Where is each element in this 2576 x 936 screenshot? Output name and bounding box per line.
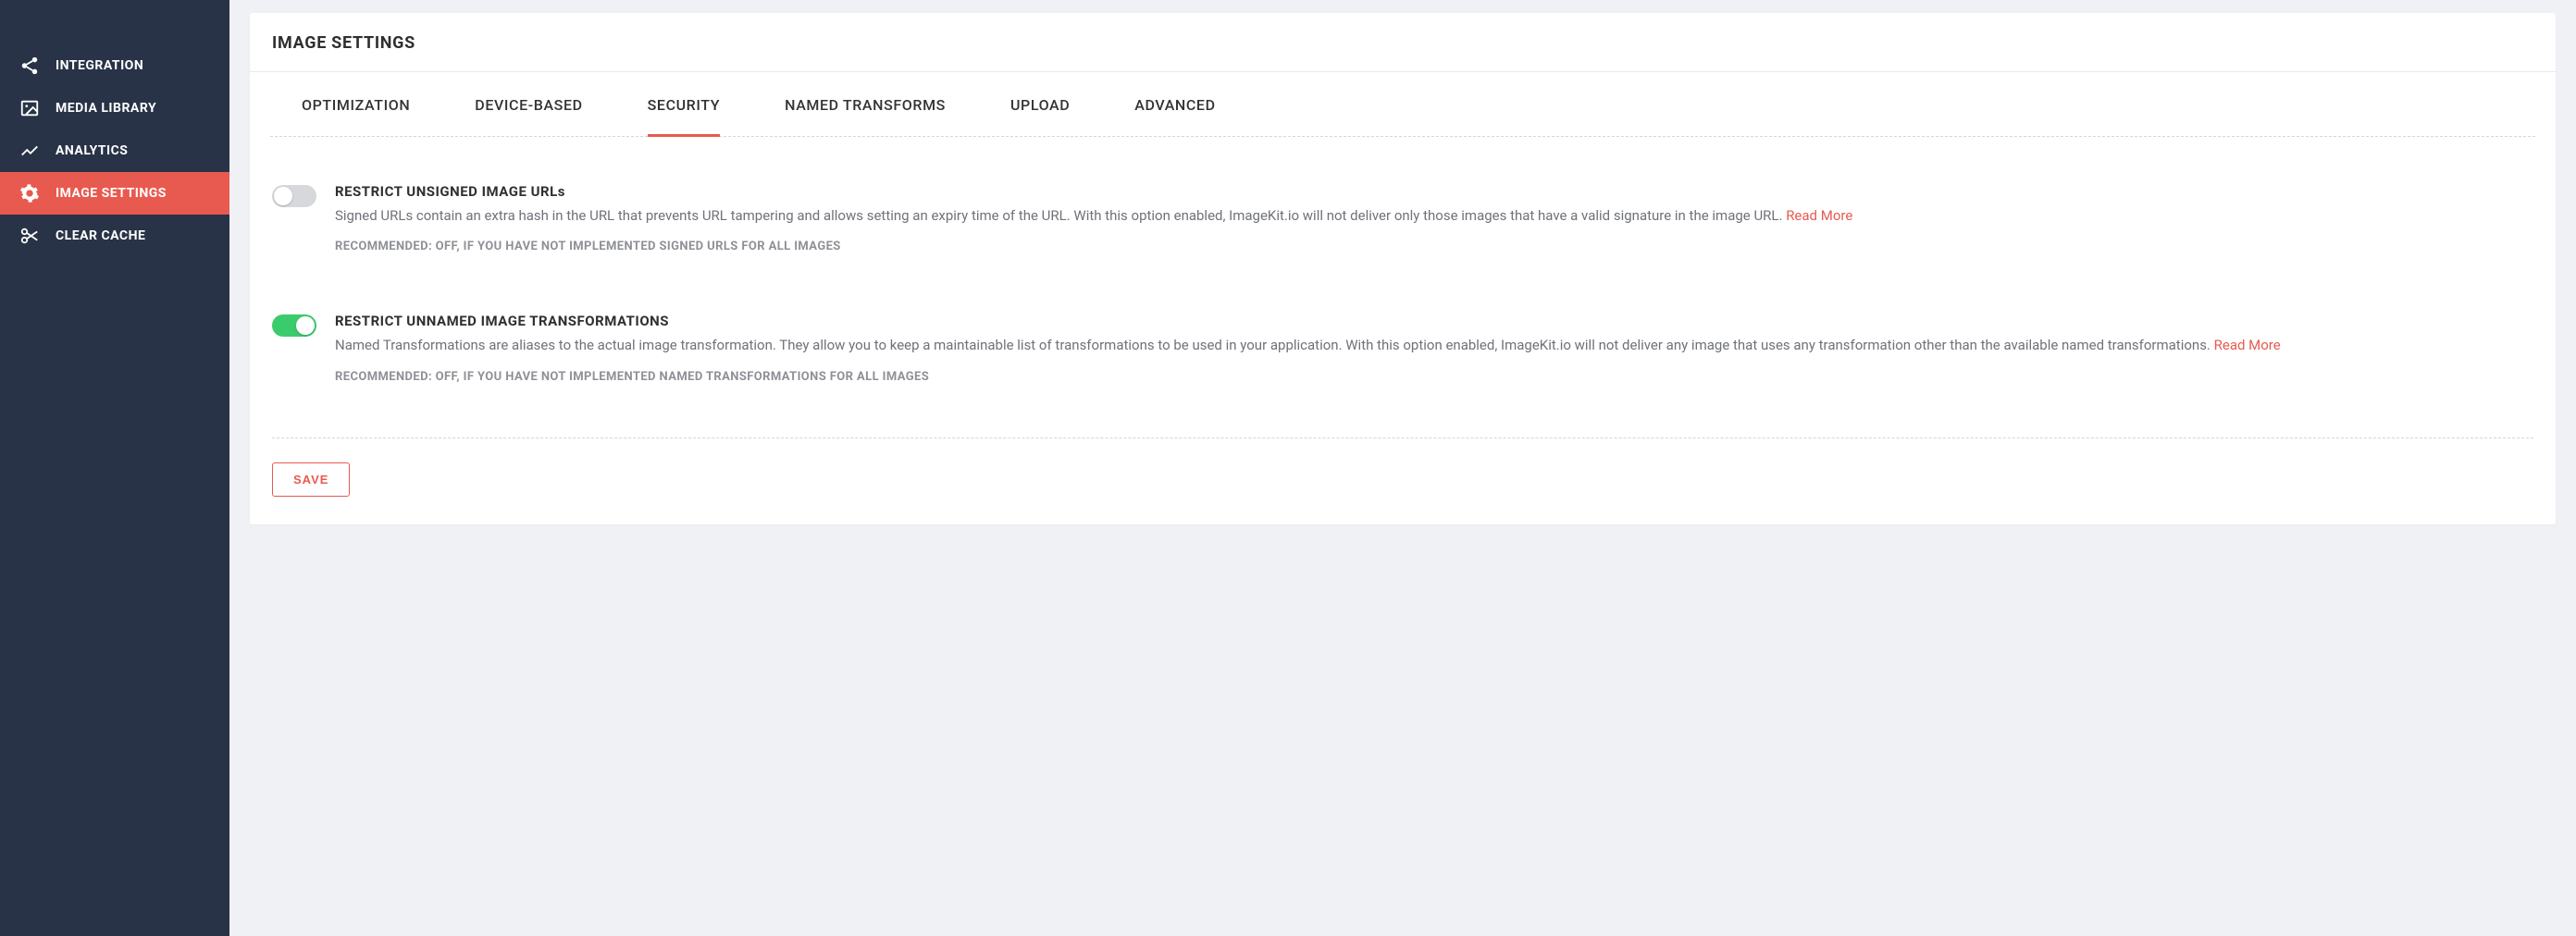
chart-icon — [19, 140, 41, 162]
settings-panel: IMAGE SETTINGS OPTIMIZATION DEVICE-BASED… — [250, 13, 2556, 524]
scissors-icon — [19, 225, 41, 247]
tab-named-transforms[interactable]: NAMED TRANSFORMS — [785, 72, 946, 137]
setting-description: Named Transformations are aliases to the… — [335, 335, 2533, 356]
sidebar-item-label: ANALYTICS — [56, 143, 128, 158]
setting-description: Signed URLs contain an extra hash in the… — [335, 205, 2533, 227]
setting-recommended: RECOMMENDED: OFF, IF YOU HAVE NOT IMPLEM… — [335, 370, 2533, 384]
save-row: SAVE — [272, 437, 2533, 524]
sidebar-item-media-library[interactable]: MEDIA LIBRARY — [0, 87, 229, 129]
sidebar-item-image-settings[interactable]: IMAGE SETTINGS — [0, 172, 229, 215]
tab-upload[interactable]: UPLOAD — [1010, 72, 1070, 137]
toggle-restrict-unsigned-urls[interactable] — [272, 185, 316, 207]
setting-content: RESTRICT UNNAMED IMAGE TRANSFORMATIONS N… — [335, 313, 2533, 383]
sidebar: INTEGRATION MEDIA LIBRARY ANALYTICS IMAG… — [0, 0, 229, 936]
sidebar-item-label: MEDIA LIBRARY — [56, 101, 156, 116]
panel-title: IMAGE SETTINGS — [272, 33, 2533, 53]
setting-recommended: RECOMMENDED: OFF, IF YOU HAVE NOT IMPLEM… — [335, 240, 2533, 253]
read-more-link[interactable]: Read More — [2214, 337, 2281, 353]
sidebar-item-label: IMAGE SETTINGS — [56, 186, 167, 201]
tab-optimization[interactable]: OPTIMIZATION — [302, 72, 410, 137]
sidebar-item-clear-cache[interactable]: CLEAR CACHE — [0, 215, 229, 257]
toggle-restrict-unnamed-transformations[interactable] — [272, 314, 316, 337]
setting-restrict-unnamed-transformations: RESTRICT UNNAMED IMAGE TRANSFORMATIONS N… — [272, 298, 2533, 427]
gear-icon — [19, 182, 41, 204]
settings-list: RESTRICT UNSIGNED IMAGE URLs Signed URLs… — [250, 137, 2556, 437]
panel-header: IMAGE SETTINGS — [250, 13, 2556, 72]
sidebar-item-analytics[interactable]: ANALYTICS — [0, 129, 229, 172]
setting-title: RESTRICT UNNAMED IMAGE TRANSFORMATIONS — [335, 313, 2533, 329]
save-button[interactable]: SAVE — [272, 462, 350, 497]
setting-title: RESTRICT UNSIGNED IMAGE URLs — [335, 183, 2533, 200]
tabs: OPTIMIZATION DEVICE-BASED SECURITY NAMED… — [270, 72, 2535, 137]
tab-security[interactable]: SECURITY — [648, 72, 720, 137]
sidebar-item-integration[interactable]: INTEGRATION — [0, 44, 229, 87]
sidebar-item-label: INTEGRATION — [56, 58, 143, 73]
toggle-knob — [274, 187, 292, 205]
share-icon — [19, 55, 41, 77]
sidebar-item-label: CLEAR CACHE — [56, 228, 145, 243]
tab-device-based[interactable]: DEVICE-BASED — [475, 72, 582, 137]
image-icon — [19, 97, 41, 119]
main-content: IMAGE SETTINGS OPTIMIZATION DEVICE-BASED… — [229, 0, 2576, 936]
read-more-link[interactable]: Read More — [1786, 207, 1852, 224]
setting-content: RESTRICT UNSIGNED IMAGE URLs Signed URLs… — [335, 183, 2533, 253]
toggle-knob — [296, 316, 315, 335]
tab-advanced[interactable]: ADVANCED — [1134, 72, 1215, 137]
setting-restrict-unsigned-urls: RESTRICT UNSIGNED IMAGE URLs Signed URLs… — [272, 168, 2533, 298]
